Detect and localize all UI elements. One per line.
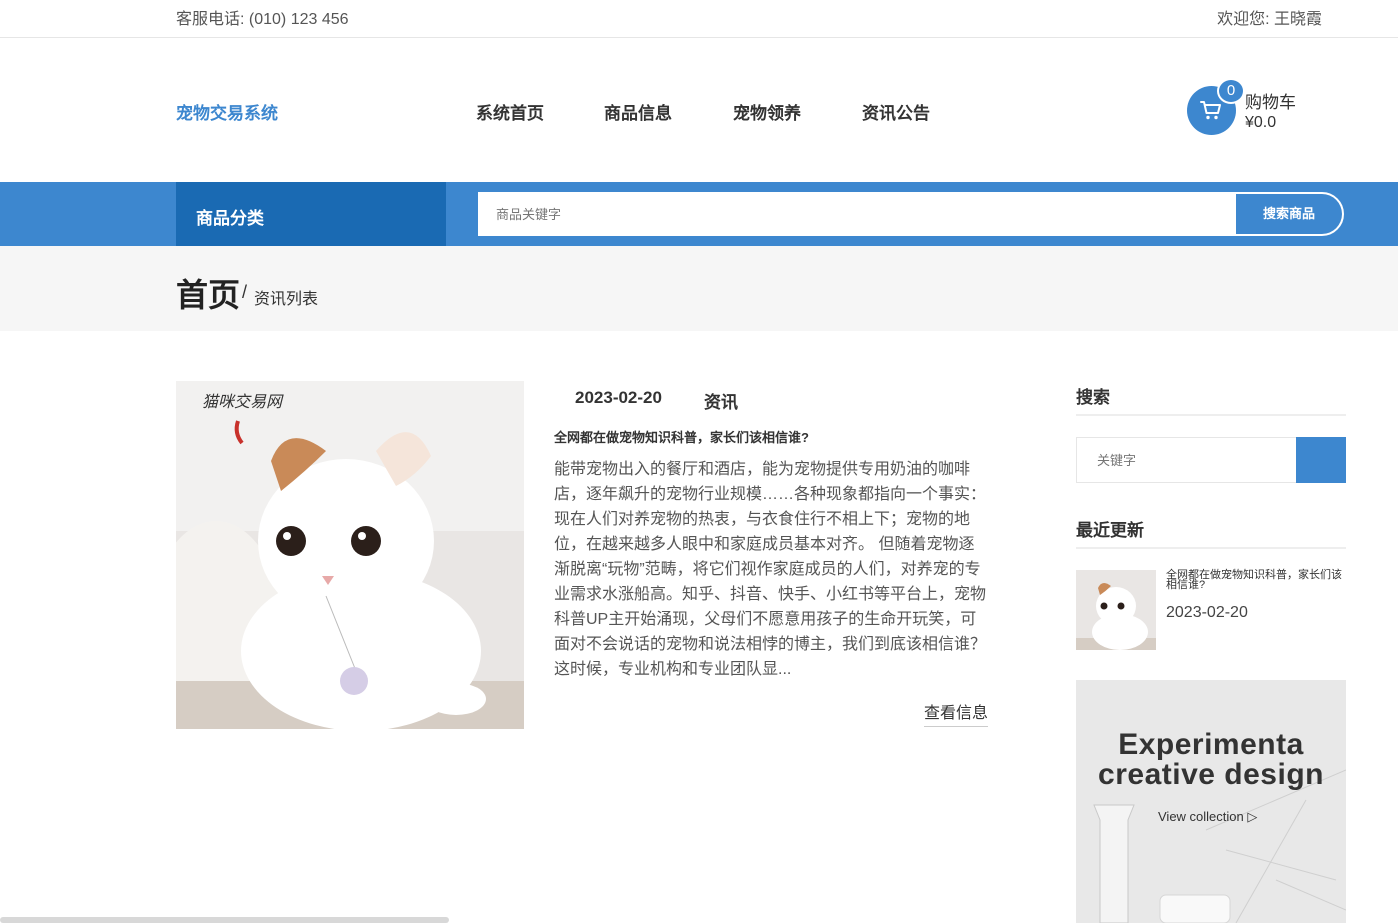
promo-banner[interactable]: Experimenta creative design View collect…: [1076, 680, 1346, 923]
service-phone: 客服电话: (010) 123 456: [176, 11, 349, 28]
read-more-link[interactable]: 查看信息: [924, 699, 989, 727]
cat-photo: 猫咪交易网: [176, 381, 524, 729]
article-title[interactable]: 全网都在做宠物知识科普，家长们该相信谁?: [554, 427, 809, 446]
recent-post-title[interactable]: 全网都在做宠物知识科普，家长们该相信谁?: [1166, 570, 1346, 591]
site-logo[interactable]: 宠物交易系统: [176, 99, 278, 124]
welcome-user[interactable]: 欢迎您: 王晓霞: [1217, 5, 1322, 29]
nav-products[interactable]: 商品信息: [604, 99, 672, 124]
article-category[interactable]: 资讯: [704, 388, 738, 413]
category-menu[interactable]: 商品分类: [176, 182, 446, 246]
sidebar-search: [1076, 437, 1346, 483]
view-collection-link[interactable]: View collection ▷: [1158, 809, 1257, 825]
article-image[interactable]: 猫咪交易网: [176, 381, 524, 729]
banner-background: [1076, 680, 1346, 923]
horizontal-scrollbar[interactable]: [0, 917, 449, 923]
sidebar-search-button[interactable]: [1296, 437, 1346, 483]
cart-count-badge: 0: [1217, 78, 1245, 104]
banner-headline-1: Experimenta: [1118, 728, 1304, 761]
recent-post-thumbnail[interactable]: [1076, 570, 1156, 650]
cart-icon: [1200, 101, 1221, 120]
article-date: 2023-02-20: [575, 388, 662, 407]
product-search: 搜索商品: [478, 192, 1344, 236]
divider: [1076, 547, 1346, 549]
article-excerpt: 能带宠物出入的餐厅和酒店，能为宠物提供专用奶油的咖啡店，逐年飙升的宠物行业规模……: [554, 461, 987, 678]
image-watermark: 猫咪交易网: [202, 392, 284, 411]
recent-post-date: 2023-02-20: [1166, 604, 1248, 621]
product-search-button[interactable]: 搜索商品: [1236, 194, 1342, 234]
divider: [1076, 414, 1346, 416]
recent-heading: 最近更新: [1076, 521, 1144, 540]
nav-adoption[interactable]: 宠物领养: [733, 99, 801, 124]
nav-news[interactable]: 资讯公告: [862, 99, 930, 124]
banner-headline-2: creative design: [1098, 758, 1324, 791]
sidebar-search-heading: 搜索: [1076, 388, 1110, 407]
product-search-input[interactable]: [480, 194, 1232, 234]
breadcrumb-current: 资讯列表: [254, 291, 319, 308]
breadcrumb-separator: /: [242, 282, 248, 302]
breadcrumb-home[interactable]: 首页: [176, 270, 240, 316]
cat-thumbnail: [1076, 570, 1156, 650]
sidebar-search-input[interactable]: [1077, 438, 1297, 482]
top-bar: 客服电话: (010) 123 456 欢迎您: 王晓霞: [0, 0, 1398, 38]
nav-home[interactable]: 系统首页: [476, 99, 544, 124]
cart-total: ¥0.0: [1245, 114, 1277, 131]
cart-label[interactable]: 购物车: [1245, 88, 1296, 113]
